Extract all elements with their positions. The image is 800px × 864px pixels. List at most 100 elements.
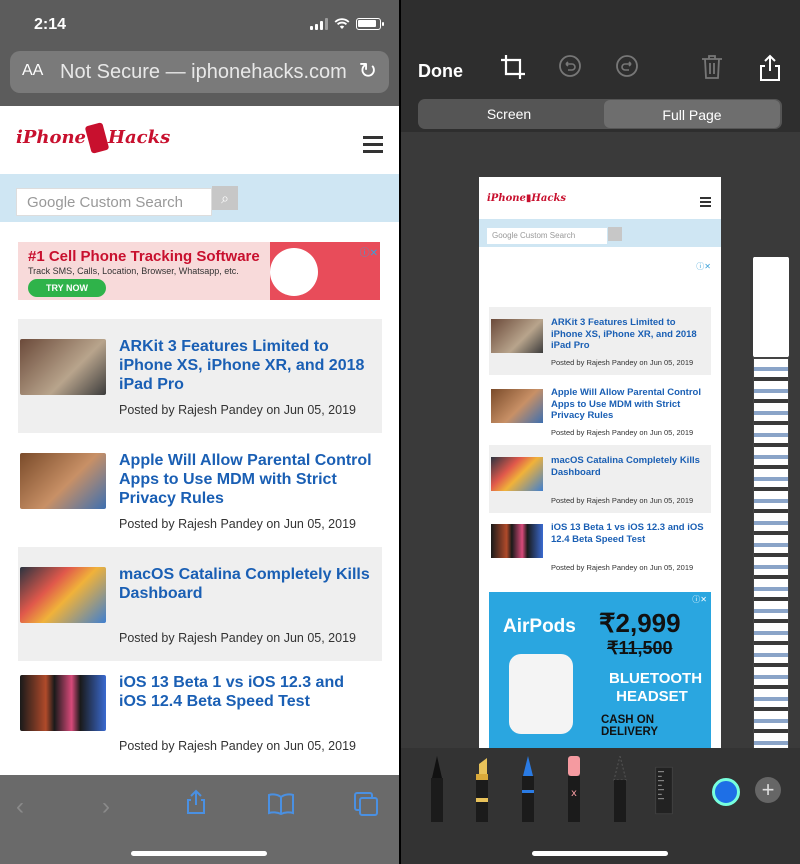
screenshot-editor: Done Screen Full Page iPhone▮Hacks Googl… bbox=[401, 0, 800, 864]
safari-toolbar: ‹ › bbox=[0, 775, 399, 864]
site-search-input[interactable]: Google Custom Search bbox=[16, 188, 212, 216]
pen-tool-icon[interactable] bbox=[428, 756, 446, 822]
preview-post-thumbnail bbox=[491, 524, 543, 558]
search-icon[interactable]: ⌕ bbox=[212, 186, 238, 210]
status-time: 2:14 bbox=[34, 16, 67, 33]
preview-airpods-ad: AirPods ₹2,999 ₹11,500 BLUETOOTH HEADSET… bbox=[489, 592, 711, 748]
airpods-case-image bbox=[509, 654, 573, 734]
post-item[interactable]: Apple Will Allow Parental Control Apps t… bbox=[18, 433, 382, 547]
preview-ad-close-icon: ⓘ✕ bbox=[696, 262, 711, 271]
markup-tools: x + bbox=[401, 748, 800, 864]
logo-text-right: Hacks bbox=[108, 127, 171, 148]
home-indicator bbox=[131, 851, 267, 856]
share-icon[interactable] bbox=[185, 789, 207, 815]
ad-phone-image bbox=[270, 248, 318, 296]
share-icon[interactable] bbox=[759, 54, 781, 82]
post-title[interactable]: Apple Will Allow Parental Control Apps t… bbox=[119, 451, 375, 508]
trash-icon[interactable] bbox=[701, 54, 723, 80]
ad-banner[interactable]: #1 Cell Phone Tracking Software Track SM… bbox=[18, 242, 380, 300]
redo-icon[interactable] bbox=[615, 54, 639, 78]
segment-screen[interactable]: Screen bbox=[418, 99, 600, 129]
preview-post-meta: Posted by Rajesh Pandey on Jun 05, 2019 bbox=[551, 428, 694, 437]
ad-line1: BLUETOOTH HEADSET bbox=[609, 670, 703, 705]
ad-old-price: ₹11,500 bbox=[607, 638, 673, 658]
preview-logo: iPhone▮Hacks bbox=[487, 193, 566, 204]
url-text[interactable]: Not Secure — iphonehacks.com bbox=[60, 61, 352, 84]
post-item[interactable]: macOS Catalina Completely Kills Dashboar… bbox=[18, 547, 382, 661]
ruler-tool-icon[interactable] bbox=[655, 756, 673, 822]
cellular-signal-icon bbox=[310, 18, 328, 30]
menu-icon[interactable] bbox=[363, 136, 383, 157]
back-icon[interactable]: ‹ bbox=[16, 793, 24, 821]
done-button[interactable]: Done bbox=[418, 61, 463, 82]
preview-search-band: Google Custom Search bbox=[479, 219, 721, 247]
post-thumbnail[interactable] bbox=[20, 453, 106, 509]
post-thumbnail[interactable] bbox=[20, 567, 106, 623]
battery-icon bbox=[356, 18, 384, 30]
thumb-viewport-indicator[interactable] bbox=[753, 257, 789, 357]
safari-top-bar: 2:14 AA Not Secure — iphonehacks.com ↻ bbox=[0, 0, 399, 106]
post-title[interactable]: iOS 13 Beta 1 vs iOS 12.3 and iOS 12.4 B… bbox=[119, 673, 375, 711]
post-meta: Posted by Rajesh Pandey on Jun 05, 2019 bbox=[119, 739, 356, 753]
preview-post-item: ARKit 3 Features Limited to iPhone XS, i… bbox=[489, 307, 711, 375]
preview-post-meta: Posted by Rajesh Pandey on Jun 05, 2019 bbox=[551, 496, 694, 505]
preview-search-input: Google Custom Search bbox=[487, 228, 607, 244]
preview-search-icon bbox=[608, 227, 622, 241]
post-item[interactable]: iOS 13 Beta 1 vs iOS 12.3 and iOS 12.4 B… bbox=[18, 655, 382, 769]
post-title[interactable]: ARKit 3 Features Limited to iPhone XS, i… bbox=[119, 337, 375, 394]
safari-screen: 2:14 AA Not Secure — iphonehacks.com ↻ i… bbox=[0, 0, 399, 864]
editor-top-bar: Done Screen Full Page bbox=[401, 0, 800, 132]
thumb-rest bbox=[754, 359, 788, 748]
preview-post-meta: Posted by Rajesh Pandey on Jun 05, 2019 bbox=[551, 563, 694, 572]
wifi-icon bbox=[334, 18, 350, 29]
add-tool-icon[interactable]: + bbox=[755, 777, 781, 803]
preview-post-title: Apple Will Allow Parental Control Apps t… bbox=[551, 387, 701, 421]
post-item[interactable]: ARKit 3 Features Limited to iPhone XS, i… bbox=[18, 319, 382, 433]
ad-headline: #1 Cell Phone Tracking Software bbox=[28, 248, 260, 265]
page-thumbnail-scroller[interactable] bbox=[753, 257, 789, 748]
status-bar: 2:14 bbox=[0, 14, 399, 36]
preview-post-thumbnail bbox=[491, 319, 543, 353]
preview-post-title: macOS Catalina Completely Kills Dashboar… bbox=[551, 455, 700, 478]
eraser-tool-icon[interactable]: x bbox=[565, 756, 583, 822]
address-bar[interactable]: AA Not Secure — iphonehacks.com ↻ bbox=[10, 51, 389, 93]
post-meta: Posted by Rajesh Pandey on Jun 05, 2019 bbox=[119, 517, 356, 531]
search-band: Google Custom Search ⌕ bbox=[0, 174, 399, 222]
ad-line2: CASH ON DELIVERY bbox=[601, 714, 659, 738]
svg-text:x: x bbox=[571, 788, 577, 799]
pencil-tool-icon[interactable] bbox=[519, 756, 537, 822]
ad-brand: AirPods bbox=[503, 616, 576, 637]
preview-post-thumbnail bbox=[491, 389, 543, 423]
preview-post-title: iOS 13 Beta 1 vs iOS 12.3 and iOS 12.4 B… bbox=[551, 522, 704, 545]
logo-text-left: iPhone bbox=[16, 127, 87, 148]
tabs-icon[interactable] bbox=[353, 791, 379, 817]
site-header: iPhone Hacks bbox=[0, 106, 399, 174]
site-logo[interactable]: iPhone Hacks bbox=[16, 122, 171, 154]
post-thumbnail[interactable] bbox=[20, 339, 106, 395]
markup-canvas[interactable]: iPhone▮Hacks Google Custom Search ⓘ✕ ARK… bbox=[401, 132, 800, 748]
full-page-preview[interactable]: iPhone▮Hacks Google Custom Search ⓘ✕ ARK… bbox=[479, 177, 721, 748]
post-title[interactable]: macOS Catalina Completely Kills Dashboar… bbox=[119, 565, 375, 603]
undo-icon[interactable] bbox=[558, 54, 582, 78]
lasso-tool-icon[interactable] bbox=[611, 756, 629, 822]
screenshot-mode-segmented-control[interactable]: Screen Full Page bbox=[418, 99, 782, 129]
crop-icon[interactable] bbox=[500, 54, 526, 80]
ad-close-icon[interactable]: ⓘ✕ bbox=[360, 244, 378, 259]
marker-tool-icon[interactable] bbox=[473, 756, 491, 822]
post-meta: Posted by Rajesh Pandey on Jun 05, 2019 bbox=[119, 631, 356, 645]
preview-menu-icon bbox=[700, 197, 711, 209]
ad-price: ₹2,999 bbox=[599, 608, 681, 638]
preview-post-item: Apple Will Allow Parental Control Apps t… bbox=[489, 377, 711, 445]
post-thumbnail[interactable] bbox=[20, 675, 106, 731]
segment-full-page[interactable]: Full Page bbox=[604, 100, 780, 128]
reload-icon[interactable]: ↻ bbox=[359, 58, 377, 84]
preview-post-thumbnail bbox=[491, 457, 543, 491]
forward-icon[interactable]: › bbox=[102, 793, 110, 821]
ad-close-icon: ⓘ✕ bbox=[692, 595, 707, 604]
bookmarks-icon[interactable] bbox=[268, 793, 294, 815]
preview-post-title: ARKit 3 Features Limited to iPhone XS, i… bbox=[551, 317, 697, 351]
color-picker-icon[interactable] bbox=[712, 778, 740, 806]
reader-options-button[interactable]: AA bbox=[22, 62, 43, 80]
ad-try-now-button[interactable]: TRY NOW bbox=[28, 279, 106, 297]
phone-logo-icon bbox=[84, 122, 110, 154]
